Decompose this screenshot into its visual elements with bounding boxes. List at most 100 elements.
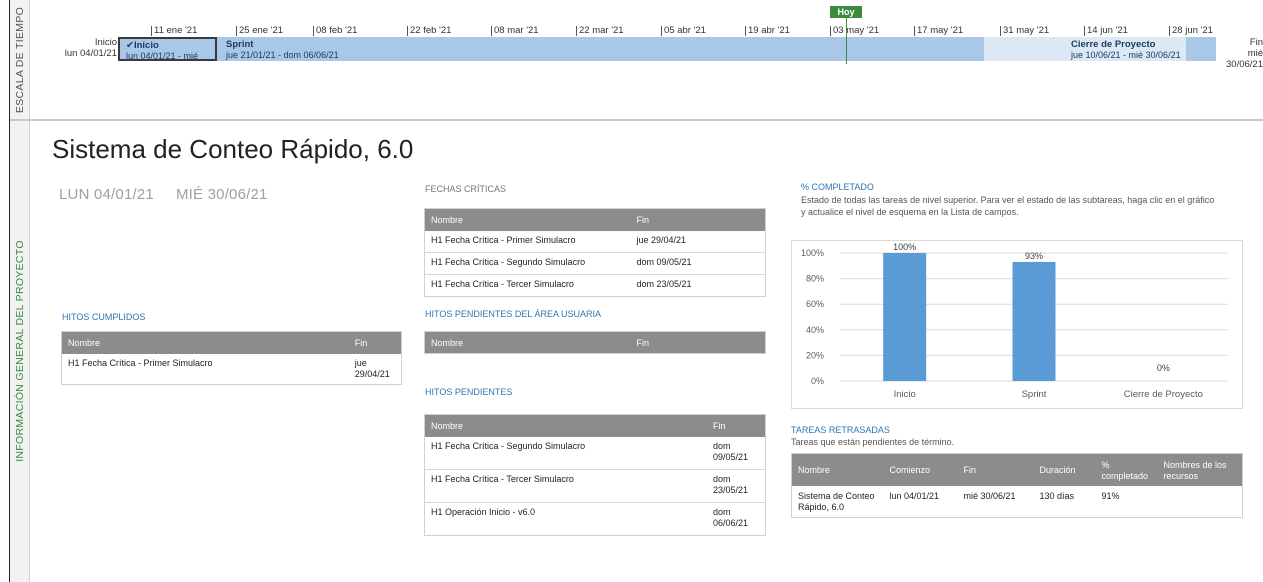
cierre-bar-title: Cierre de Proyecto [1071, 39, 1156, 50]
table-cell: dom 06/06/21 [706, 502, 766, 536]
timeline-tick: 17 may '21 [914, 26, 963, 36]
timeline-start-label: Inicio [94, 37, 117, 48]
timeline-bar-cierre[interactable]: Cierre de Proyecto jue 10/06/21 - mié 30… [1041, 37, 1186, 61]
column-header[interactable]: Nombres de los recursos [1157, 453, 1243, 486]
chart-bar [883, 253, 927, 381]
column-header[interactable]: Nombre [424, 331, 631, 354]
table-cell: lun 04/01/21 [889, 490, 940, 501]
table-cell: 91% [1101, 490, 1120, 501]
hitos-pendientes-body: H1 Fecha Crítica - Segundo Simulacro dom … [424, 437, 766, 536]
timeline-tick: 28 jun '21 [1169, 26, 1213, 36]
table-cell: jue 29/04/21 [636, 234, 687, 245]
table-cell: H1 Operación Inicio - v6.0 [424, 502, 707, 536]
sprint-bar-title: Sprint [226, 39, 254, 50]
bar-chart-svg[interactable]: 0% 20% 40% 60% 80% 100% 100% Inicio 93% Sprint 0% C… [792, 241, 1242, 408]
timeline-tick: 22 mar '21 [576, 26, 624, 36]
column-header[interactable]: Nombre [424, 414, 707, 437]
column-header[interactable]: Fin [348, 331, 402, 354]
table-row[interactable]: H1 Fecha Crítica - Primer Simulacro jue 2… [425, 231, 766, 253]
column-header[interactable]: % completado [1095, 453, 1158, 486]
column-header[interactable]: Nombre [61, 331, 349, 354]
column-header[interactable]: Fin [706, 414, 766, 437]
table-cell: H1 Fecha Crítica - Segundo Simulacro [424, 252, 631, 275]
timeline-tick: 14 jun '21 [1084, 26, 1128, 36]
y-tick-label: 100% [801, 248, 824, 258]
table-row[interactable]: H1 Fecha Crítica - Segundo Simulacro dom … [425, 437, 766, 470]
cierre-bar-dates: jue 10/06/21 - mié 30/06/21 [1071, 50, 1181, 60]
column-header[interactable]: Nombre [424, 208, 631, 231]
data-label: 100% [893, 242, 916, 252]
timeline-tick: 03 may '21 [830, 26, 879, 36]
timeline-tick: 22 feb '21 [407, 26, 451, 36]
table-cell: Sistema de Conteo Rápido, 6.0 [798, 490, 875, 512]
hitos-area-usuaria-table[interactable]: Nombre Fin [424, 331, 766, 354]
timeline-side-band: ESCALA DE TIEMPO [10, 0, 30, 120]
table-cell: dom 09/05/21 [630, 252, 766, 275]
porcentaje-description: Estado de todas las tareas de nivel supe… [801, 195, 1215, 217]
timeline-tick: 11 ene '21 [151, 26, 197, 36]
timeline-end: Fin mié 30/06/21 [1217, 37, 1263, 70]
tareas-retrasadas-table[interactable]: Nombre Comienzo Fin Duración % completad… [791, 453, 1243, 518]
table-row[interactable]: H1 Fecha Crítica - Tercer Simulacro dom 2… [424, 274, 766, 297]
table-row[interactable]: Sistema de Conteo Rápido, 6.0 lun 04/01/… [792, 486, 1243, 518]
column-header[interactable]: Fin [630, 208, 766, 231]
tareas-retrasadas-subtitle: Tareas que están pendientes de término. [791, 437, 955, 447]
data-label: 0% [1157, 363, 1170, 373]
column-header[interactable]: Nombre [791, 453, 884, 486]
table-cell: H1 Fecha Crítica - Tercer Simulacro [424, 274, 631, 297]
table-cell: H1 Fecha Crítica - Primer Simulacro [68, 357, 213, 368]
table-cell: dom 23/05/21 [630, 274, 766, 297]
x-tick-label: Inicio [894, 389, 916, 400]
x-tick-label: Cierre de Proyecto [1124, 389, 1203, 400]
timeline-tick: 05 abr '21 [661, 26, 706, 36]
timeline-tick: 08 mar '21 [491, 26, 539, 36]
table-cell: dom 23/05/21 [706, 469, 766, 503]
table-cell: dom 09/05/21 [712, 440, 749, 462]
porcentaje-title: % COMPLETADO [801, 182, 874, 192]
timeline-bar-sprint[interactable]: Sprint jue 21/01/21 - dom 06/06/21 [220, 37, 520, 61]
project-overview: Sistema de Conteo Rápido, 6.0 LUN 04/01/… [31, 121, 1263, 582]
hitos-cumplidos-table[interactable]: Nombre Fin H1 Fecha Crítica - Primer Sim… [61, 331, 402, 385]
overview-side-label: INFORMACIÓN GENERAL DEL PROYECTO [13, 240, 26, 462]
timeline-gap-bar [984, 37, 1041, 61]
table-cell: mié 30/06/21 [963, 490, 1016, 501]
check-icon: ✔ [126, 40, 134, 51]
inicio-bar-dates: lun 04/01/21 - mié [126, 51, 199, 61]
fechas-criticas-title: FECHAS CRÍTICAS [425, 184, 507, 194]
timeline-tick: 31 may '21 [1000, 26, 1049, 36]
y-tick-label: 0% [811, 376, 824, 386]
hitos-pendientes-table[interactable]: Nombre Fin H1 Fecha Crítica - Segundo Si… [424, 414, 766, 536]
timeline-tick: 19 abr '21 [745, 26, 790, 36]
fechas-criticas-table[interactable]: Nombre Fin H1 Fecha Crítica - Primer Sim… [424, 208, 766, 297]
timeline[interactable]: 11 ene '21 25 ene '21 08 feb '21 22 feb '21… [30, 0, 1263, 118]
today-marker-label[interactable]: Hoy [830, 6, 862, 18]
table-row[interactable]: H1 Fecha Crítica - Primer Simulacro jue … [62, 354, 402, 385]
table-cell: H1 Fecha Crítica - Segundo Simulacro [431, 440, 586, 451]
column-header[interactable]: Comienzo [883, 453, 958, 486]
table-cell: 130 días [1039, 490, 1075, 501]
y-tick-label: 60% [806, 299, 824, 309]
project-finish-date: MIÉ 30/06/21 [175, 186, 268, 203]
project-start-date: LUN 04/01/21 [59, 186, 154, 203]
y-tick-label: 80% [806, 274, 824, 284]
table-row[interactable]: H1 Operación Inicio - v6.0 dom 06/06/21 [424, 502, 766, 536]
column-header[interactable]: Fin [957, 453, 1034, 486]
chart-bar [1012, 261, 1056, 381]
x-tick-label: Sprint [1022, 389, 1047, 400]
inicio-bar-title: Inicio [133, 40, 159, 51]
page-title[interactable]: Sistema de Conteo Rápido, 6.0 [52, 134, 413, 165]
percent-complete-chart[interactable]: 0% 20% 40% 60% 80% 100% 100% Inicio 93% Sprint 0% C… [791, 240, 1243, 409]
timeline-start-date: lun 04/01/21 [64, 48, 117, 59]
table-cell: H1 Fecha Crítica - Tercer Simulacro [424, 469, 707, 503]
timeline-end-date: mié 30/06/21 [1226, 48, 1263, 70]
timeline-bar-inicio[interactable]: ✔Inicio lun 04/01/21 - mié [118, 37, 217, 61]
table-row[interactable]: H1 Fecha Crítica - Segundo Simulacro dom … [424, 252, 766, 275]
column-header[interactable]: Duración [1033, 453, 1096, 486]
column-header[interactable]: Fin [630, 331, 766, 354]
hitos-pendientes-title: HITOS PENDIENTES [425, 387, 513, 397]
table-row[interactable]: H1 Fecha Crítica - Tercer Simulacro dom 2… [424, 469, 766, 503]
timeline-tick: 08 feb '21 [313, 26, 357, 36]
project-dates: LUN 04/01/21 MIÉ 30/06/21 [59, 186, 268, 203]
tareas-retrasadas-title: TAREAS RETRASADAS [791, 425, 890, 435]
data-label: 93% [1025, 251, 1043, 261]
